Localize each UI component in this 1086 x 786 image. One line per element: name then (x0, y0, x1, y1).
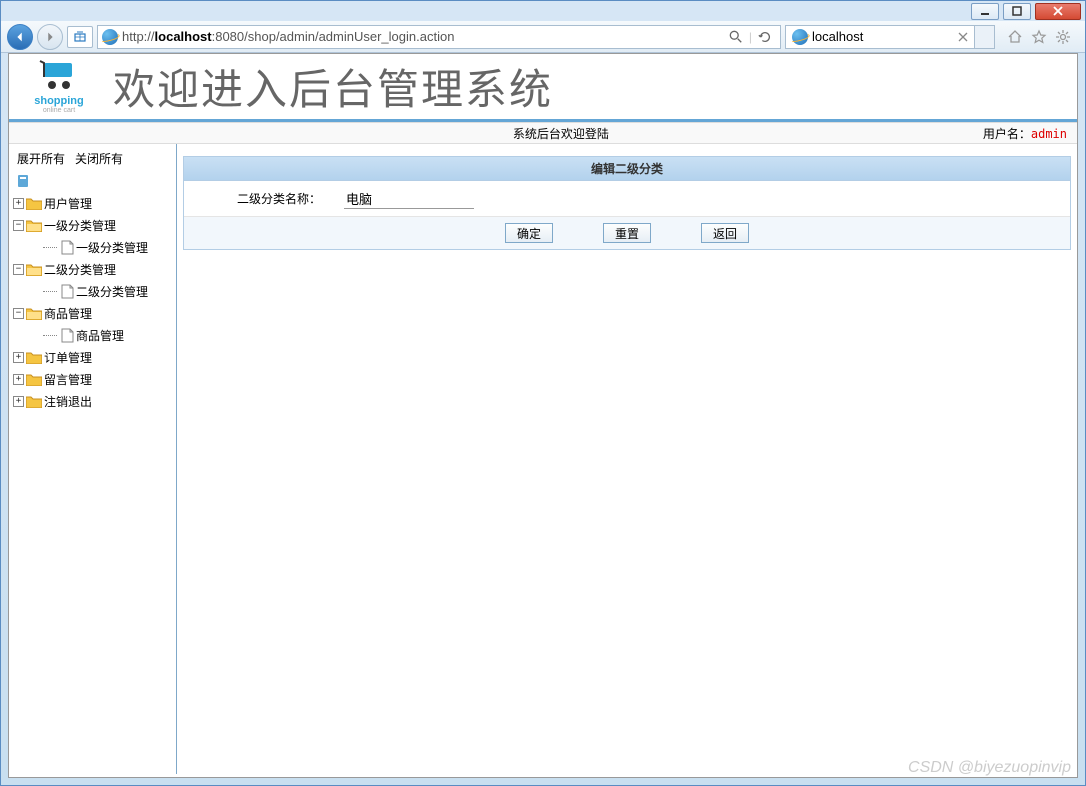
favorites-icon[interactable] (1031, 29, 1047, 45)
compat-view-icon[interactable] (67, 26, 93, 48)
tab-strip: localhost (785, 25, 995, 49)
tree-cat1-sub[interactable]: 一级分类管理 (43, 238, 172, 256)
home-icon[interactable] (1007, 29, 1023, 45)
edit-panel: 编辑二级分类 二级分类名称： 确定 重置 返回 (183, 156, 1071, 250)
tab-title: localhost (812, 29, 863, 44)
tab-close-icon[interactable] (958, 32, 968, 42)
root-icon (15, 173, 31, 189)
logo: shopping online cart (19, 57, 99, 117)
tree-product-sub[interactable]: 商品管理 (43, 326, 172, 344)
tree-cat2-sub[interactable]: 二级分类管理 (43, 282, 172, 300)
page-banner: shopping online cart 欢迎进入后台管理系统 (9, 54, 1077, 122)
expand-all-link[interactable]: 展开所有 (17, 150, 65, 167)
address-bar[interactable]: http://localhost:8080/shop/admin/adminUs… (97, 25, 781, 49)
browser-menu-icons (999, 29, 1079, 45)
back-button[interactable] (7, 24, 33, 50)
field-label: 二级分类名称： (184, 190, 344, 207)
ie-icon (102, 29, 118, 45)
tree-product[interactable]: −商品管理 (13, 304, 172, 322)
back-button-form[interactable]: 返回 (701, 223, 749, 243)
close-button[interactable] (1035, 3, 1081, 20)
ok-button[interactable]: 确定 (505, 223, 553, 243)
logo-subtext: online cart (43, 107, 75, 114)
form-row: 二级分类名称： (184, 181, 1070, 217)
tab-favicon (792, 29, 808, 45)
tree-cat2[interactable]: −二级分类管理 (13, 260, 172, 278)
maximize-button[interactable] (1003, 3, 1031, 20)
minimize-button[interactable] (971, 3, 999, 20)
window-titlebar (1, 1, 1085, 21)
page-content: shopping online cart 欢迎进入后台管理系统 系统后台欢迎登陆… (8, 53, 1078, 778)
refresh-icon[interactable] (758, 30, 772, 44)
url-text: http://localhost:8080/shop/admin/adminUs… (122, 29, 721, 44)
sidebar: 展开所有 关闭所有 +用户管理 −一级分类管理 一级分类管理 −二级分类管理 二… (9, 144, 177, 774)
reset-button[interactable]: 重置 (603, 223, 651, 243)
status-center: 系统后台欢迎登陆 (139, 125, 983, 142)
panel-title: 编辑二级分类 (184, 157, 1070, 181)
search-icon[interactable] (729, 30, 743, 44)
status-user: 用户名：admin (983, 125, 1067, 142)
nav-tree: +用户管理 −一级分类管理 一级分类管理 −二级分类管理 二级分类管理 −商品管… (13, 192, 172, 412)
category-name-input[interactable] (344, 189, 474, 209)
browser-window: http://localhost:8080/shop/admin/adminUs… (0, 0, 1086, 786)
browser-toolbar: http://localhost:8080/shop/admin/adminUs… (1, 21, 1085, 53)
tab-active[interactable]: localhost (785, 25, 975, 49)
logo-text: shopping (34, 95, 84, 107)
content-pane: 编辑二级分类 二级分类名称： 确定 重置 返回 (177, 144, 1077, 774)
tree-message[interactable]: +留言管理 (13, 370, 172, 388)
tree-user-mgmt[interactable]: +用户管理 (13, 194, 172, 212)
tree-logout[interactable]: +注销退出 (13, 392, 172, 410)
gear-icon[interactable] (1055, 29, 1071, 45)
forward-button[interactable] (37, 24, 63, 50)
status-bar: 系统后台欢迎登陆 用户名：admin (9, 122, 1077, 144)
button-row: 确定 重置 返回 (184, 217, 1070, 249)
tree-cat1[interactable]: −一级分类管理 (13, 216, 172, 234)
tree-order[interactable]: +订单管理 (13, 348, 172, 366)
new-tab-button[interactable] (975, 25, 995, 49)
page-title: 欢迎进入后台管理系统 (113, 56, 553, 117)
collapse-all-link[interactable]: 关闭所有 (75, 150, 123, 167)
main-area: 展开所有 关闭所有 +用户管理 −一级分类管理 一级分类管理 −二级分类管理 二… (9, 144, 1077, 774)
